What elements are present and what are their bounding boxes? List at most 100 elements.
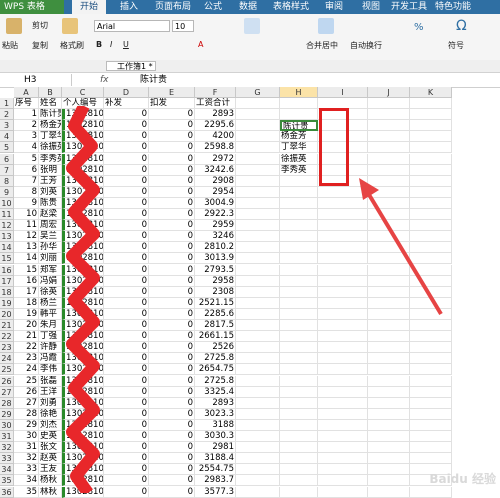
row-header[interactable]: 19 <box>0 297 14 309</box>
cell-total[interactable]: 2972 <box>195 153 236 165</box>
row-header[interactable]: 12 <box>0 220 14 232</box>
cell-seq[interactable]: 2 <box>14 120 39 132</box>
cell-empty[interactable] <box>368 419 410 431</box>
row-header[interactable]: 32 <box>0 442 14 454</box>
row-header[interactable]: 30 <box>0 419 14 431</box>
cell-empty[interactable] <box>318 408 368 420</box>
cell-seq[interactable]: 13 <box>14 242 39 254</box>
cell-total[interactable]: 3325.4 <box>195 386 236 398</box>
column-header-i[interactable]: I <box>318 87 368 98</box>
row-header[interactable]: 23 <box>0 342 14 354</box>
row-header[interactable]: 2 <box>0 109 14 121</box>
row-header[interactable]: 25 <box>0 364 14 376</box>
cell-empty[interactable] <box>410 375 452 387</box>
cell-empty[interactable] <box>280 242 318 254</box>
cell-seq[interactable]: 14 <box>14 253 39 265</box>
cell-bonus[interactable]: 0 <box>104 164 149 176</box>
cell-empty[interactable] <box>236 231 280 243</box>
cell-empty[interactable] <box>410 320 452 332</box>
cell-empty[interactable] <box>368 109 410 121</box>
cell-bonus[interactable]: 0 <box>104 275 149 287</box>
row-header[interactable]: 3 <box>0 120 14 132</box>
cell-seq[interactable]: 25 <box>14 375 39 387</box>
cell-deduct[interactable]: 0 <box>149 131 195 143</box>
cell-total[interactable]: 2661.15 <box>195 331 236 343</box>
cell-name[interactable]: 孙华 <box>39 242 62 254</box>
cell-empty[interactable] <box>280 397 318 409</box>
cell-empty[interactable] <box>410 98 452 110</box>
cell-empty[interactable] <box>280 353 318 365</box>
cell-name[interactable]: 杨金芳 <box>39 120 62 132</box>
cell-empty[interactable] <box>318 331 368 343</box>
cell-deduct[interactable]: 0 <box>149 186 195 198</box>
cell-empty[interactable] <box>280 475 318 487</box>
cell-empty[interactable] <box>318 475 368 487</box>
italic-button[interactable]: I <box>110 40 112 49</box>
cell-bonus[interactable]: 0 <box>104 320 149 332</box>
cell-empty[interactable] <box>318 486 368 498</box>
row-header[interactable]: 22 <box>0 331 14 343</box>
cell-total[interactable]: 2893 <box>195 109 236 121</box>
cell-empty[interactable] <box>318 442 368 454</box>
row-header[interactable]: 14 <box>0 242 14 254</box>
row-header[interactable]: 27 <box>0 386 14 398</box>
cell-empty[interactable] <box>410 109 452 121</box>
cell-empty[interactable] <box>368 375 410 387</box>
column-header-b[interactable]: B <box>39 87 62 98</box>
formula-input[interactable]: 陈计贵 <box>140 73 167 87</box>
column-header-c[interactable]: C <box>62 87 104 98</box>
column-header-f[interactable]: F <box>195 87 236 98</box>
cell-bonus[interactable]: 0 <box>104 375 149 387</box>
tab-8[interactable]: 开发工具 <box>390 0 428 14</box>
cell-bonus[interactable]: 0 <box>104 231 149 243</box>
cell-empty[interactable] <box>236 109 280 121</box>
cell-name[interactable]: 张磊 <box>39 375 62 387</box>
row-header[interactable]: 7 <box>0 164 14 176</box>
row-header[interactable]: 11 <box>0 209 14 221</box>
cell-empty[interactable] <box>318 419 368 431</box>
cell-total[interactable]: 2958 <box>195 275 236 287</box>
cell-name[interactable]: 徐英 <box>39 286 62 298</box>
cell-empty[interactable] <box>280 320 318 332</box>
cell-deduct[interactable]: 0 <box>149 120 195 132</box>
cell-empty[interactable] <box>236 142 280 154</box>
cell-empty[interactable] <box>236 98 280 110</box>
paste-button[interactable]: 粘贴 <box>2 40 18 51</box>
cell-empty[interactable] <box>280 175 318 187</box>
cell-seq[interactable]: 31 <box>14 442 39 454</box>
cell-deduct[interactable]: 0 <box>149 475 195 487</box>
cell-empty[interactable] <box>410 331 452 343</box>
row-header[interactable]: 6 <box>0 153 14 165</box>
cell-name[interactable]: 李秀英 <box>39 153 62 165</box>
cell-bonus[interactable]: 0 <box>104 464 149 476</box>
cell-empty[interactable] <box>280 419 318 431</box>
cell-bonus[interactable]: 0 <box>104 397 149 409</box>
row-header[interactable]: 9 <box>0 186 14 198</box>
cell-deduct[interactable]: 0 <box>149 442 195 454</box>
cell-empty[interactable] <box>410 120 452 132</box>
cell-empty[interactable] <box>280 220 318 232</box>
cell-name[interactable]: 史英 <box>39 431 62 443</box>
merge-center-icon[interactable] <box>318 18 334 34</box>
cell-empty[interactable] <box>368 131 410 143</box>
cell-bonus[interactable]: 0 <box>104 386 149 398</box>
underline-button[interactable]: U <box>123 40 129 49</box>
cell-total[interactable]: 2817.5 <box>195 320 236 332</box>
cell-empty[interactable] <box>410 353 452 365</box>
cell-empty[interactable] <box>236 331 280 343</box>
cell-deduct[interactable]: 0 <box>149 486 195 498</box>
header-total[interactable]: 工资合计 <box>195 98 236 110</box>
column-header-g[interactable]: G <box>236 87 280 98</box>
cell-total[interactable]: 2521.15 <box>195 297 236 309</box>
cell-name[interactable]: 王芳 <box>39 175 62 187</box>
cell-empty[interactable] <box>236 408 280 420</box>
cell-deduct[interactable]: 0 <box>149 453 195 465</box>
cell-empty[interactable] <box>368 453 410 465</box>
cell-total[interactable]: 2308 <box>195 286 236 298</box>
cell-total[interactable]: 3242.6 <box>195 164 236 176</box>
cell-seq[interactable]: 27 <box>14 397 39 409</box>
header-bonus[interactable]: 补发 <box>104 98 149 110</box>
cell-empty[interactable] <box>280 98 318 110</box>
row-header[interactable]: 20 <box>0 308 14 320</box>
cell-name[interactable]: 王洋 <box>39 386 62 398</box>
